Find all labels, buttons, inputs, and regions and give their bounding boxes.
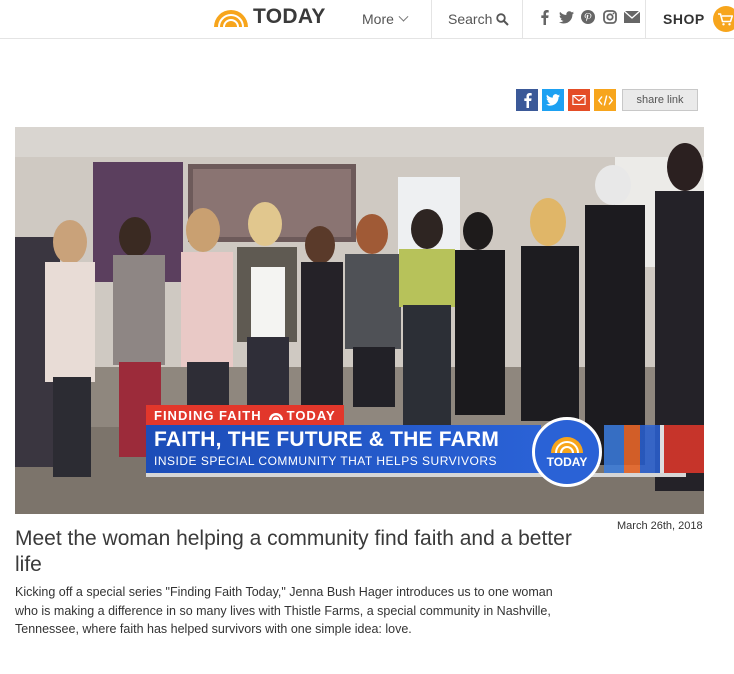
divider <box>431 0 432 38</box>
segment-tag: FINDING FAITH TODAY <box>146 405 344 425</box>
share-link-button[interactable]: share link <box>622 89 698 111</box>
facebook-share-icon[interactable] <box>516 89 538 111</box>
segment-tag-text: FINDING FAITH <box>154 407 262 423</box>
badge-text: TODAY <box>546 454 588 469</box>
chevron-down-icon <box>398 11 409 22</box>
twitter-share-icon[interactable] <box>542 89 564 111</box>
search-button[interactable]: Search <box>448 0 510 38</box>
article-description: Kicking off a special series "Finding Fa… <box>15 585 553 636</box>
site-header: TODAY More Search SHOP <box>0 0 734 39</box>
video-player[interactable]: FINDING FAITH TODAY FAITH, THE FUTURE & … <box>15 127 704 514</box>
today-badge: TODAY <box>532 417 602 487</box>
article-headline: Meet the woman helping a community find … <box>15 527 572 576</box>
more-label: More <box>362 11 394 27</box>
sunrise-logo-icon <box>551 436 583 453</box>
lower-third-graphic: FINDING FAITH TODAY FAITH, THE FUTURE & … <box>146 405 704 493</box>
video-subtitle: INSIDE SPECIAL COMMUNITY THAT HELPS SURV… <box>154 454 498 468</box>
facebook-icon[interactable] <box>536 9 552 25</box>
shop-button[interactable]: SHOP <box>663 0 734 38</box>
divider <box>522 0 523 38</box>
logo-text: TODAY <box>253 5 326 28</box>
shopping-cart-icon <box>712 6 734 32</box>
email-icon[interactable] <box>624 9 640 25</box>
more-menu-button[interactable]: More <box>362 0 409 38</box>
progress-stripe <box>146 473 686 477</box>
color-bars <box>604 425 704 473</box>
instagram-icon[interactable] <box>602 9 618 25</box>
sunrise-logo-icon <box>268 411 284 420</box>
shop-label: SHOP <box>663 11 705 27</box>
divider <box>645 0 646 38</box>
email-share-icon[interactable] <box>568 89 590 111</box>
lower-third-banner: FAITH, THE FUTURE & THE FARM INSIDE SPEC… <box>146 425 541 473</box>
video-title: FAITH, THE FUTURE & THE FARM <box>154 428 500 451</box>
search-label: Search <box>448 11 493 27</box>
social-links <box>536 9 640 25</box>
segment-tag-brand: TODAY <box>286 407 336 423</box>
today-logo[interactable]: TODAY <box>212 4 326 30</box>
share-toolbar: share link <box>516 89 698 111</box>
pinterest-icon[interactable] <box>580 9 596 25</box>
publish-date: March 26th, 2018 <box>617 520 703 532</box>
search-icon <box>496 12 510 26</box>
twitter-icon[interactable] <box>558 9 574 25</box>
embed-icon[interactable] <box>594 89 616 111</box>
sunrise-logo-icon <box>214 10 248 27</box>
